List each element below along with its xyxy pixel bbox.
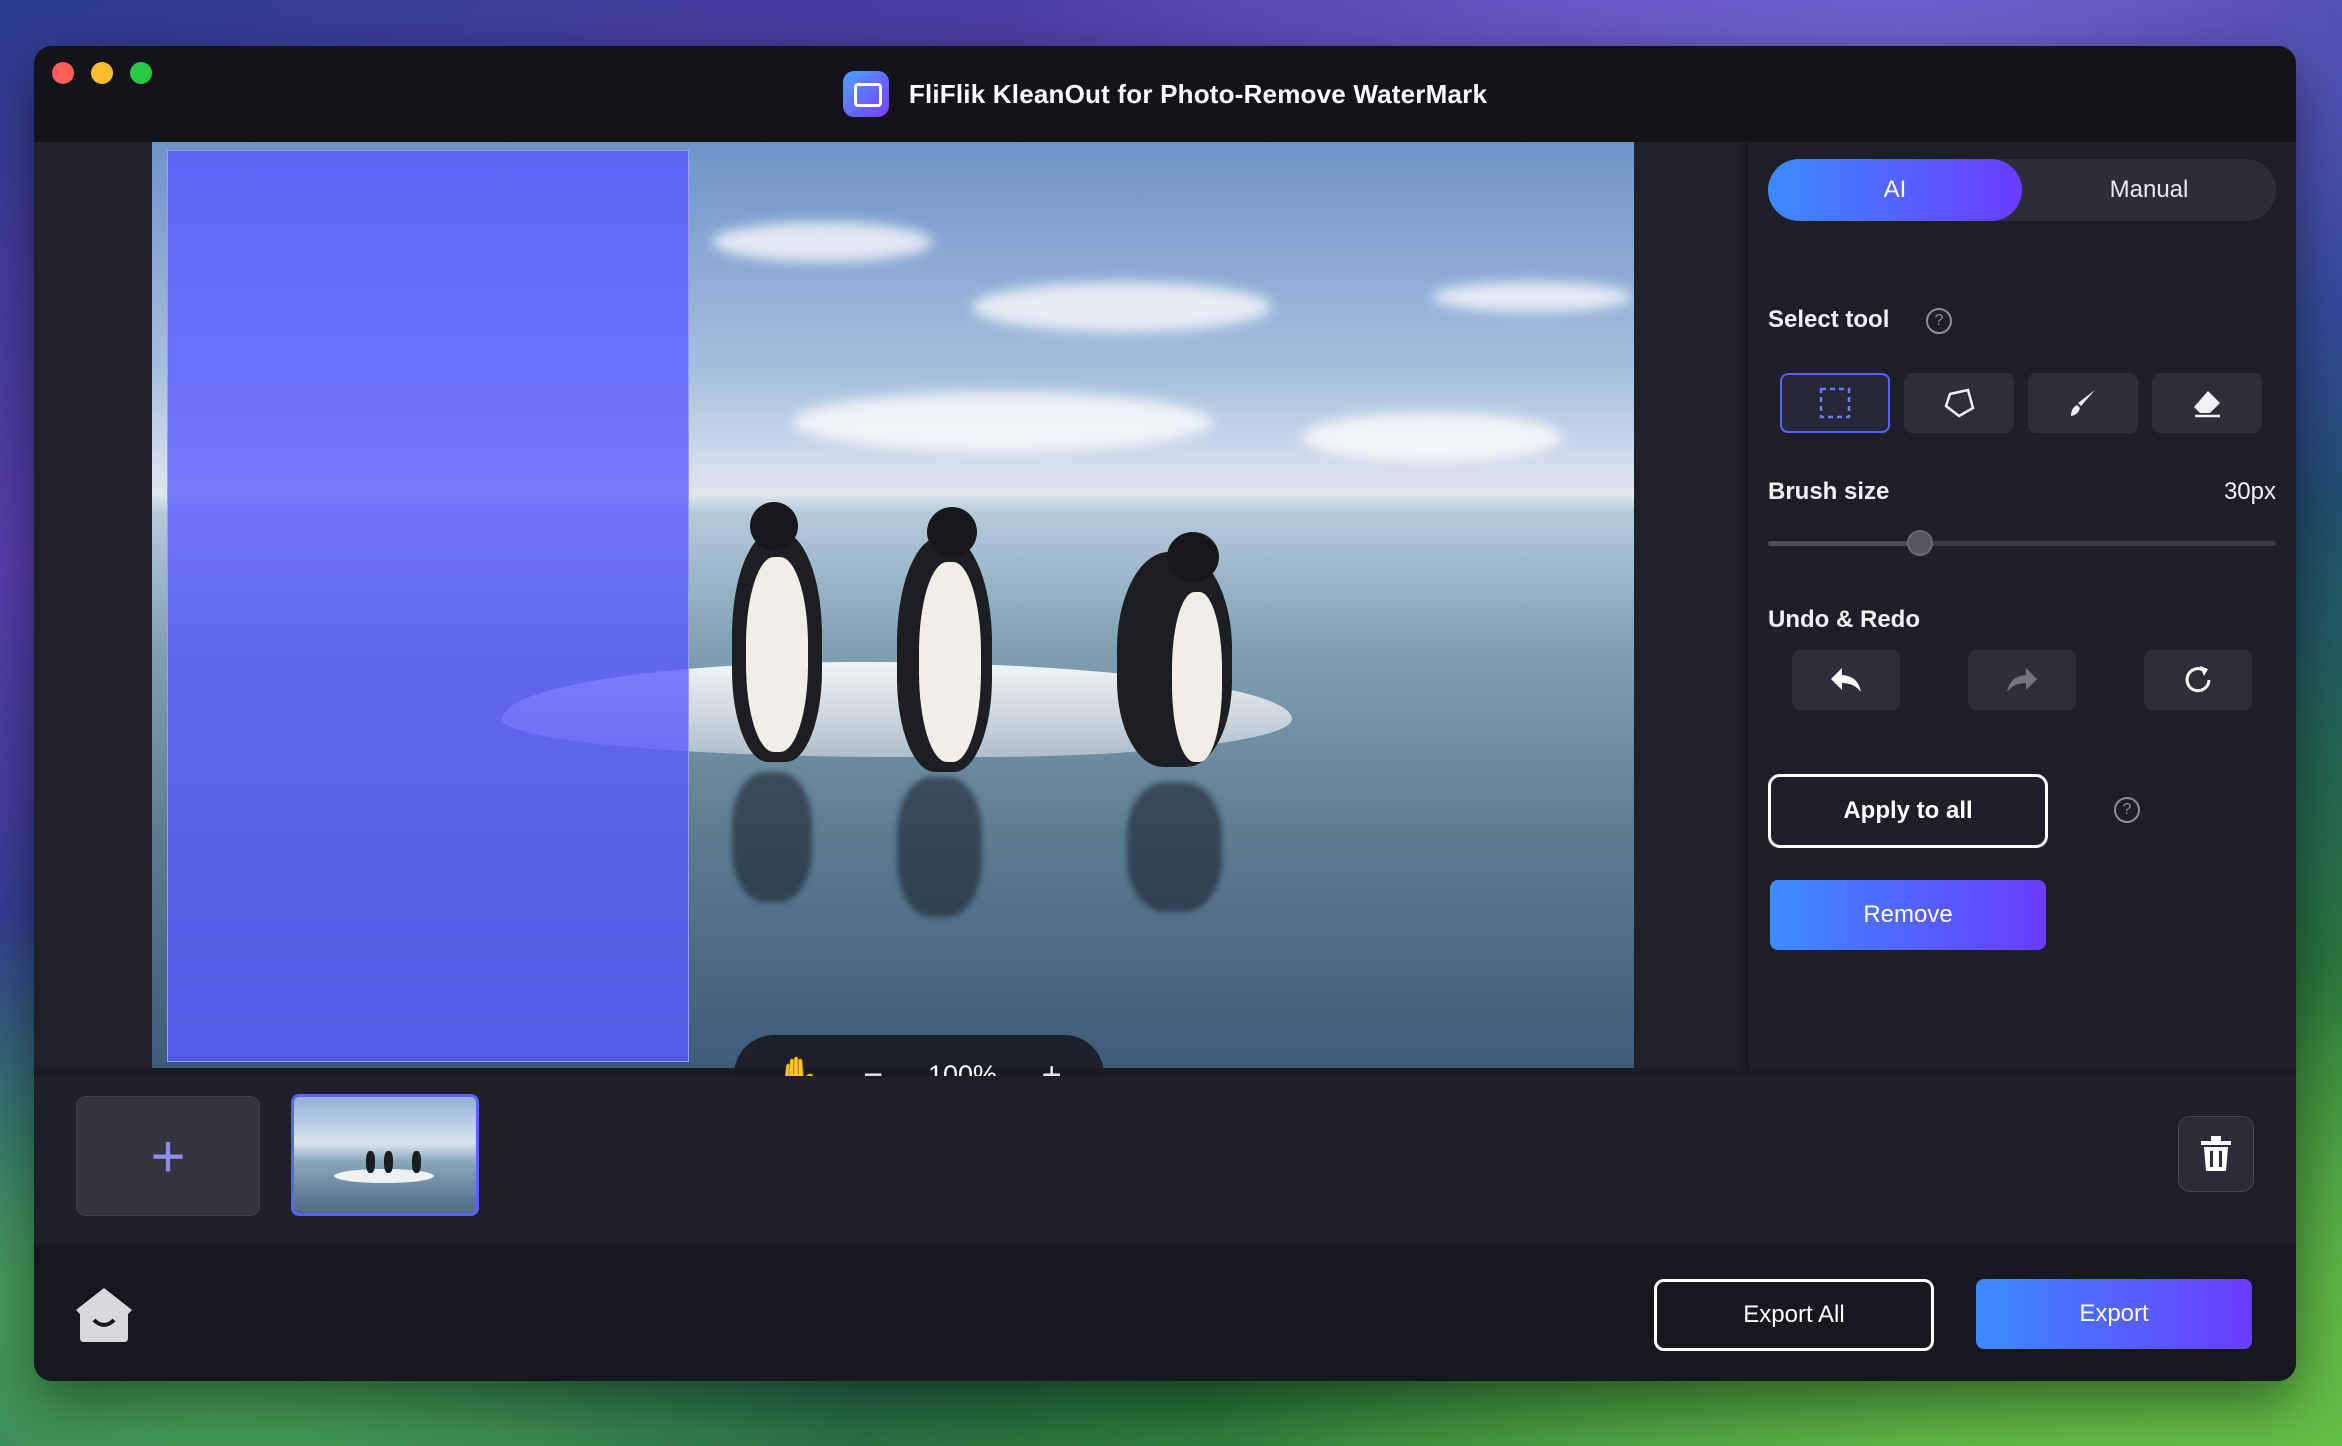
mode-toggle: AI Manual (1768, 159, 2276, 221)
help-icon[interactable]: ? (1926, 308, 1952, 334)
selection-rectangle[interactable] (167, 150, 689, 1062)
bottom-bar: Export All Export (34, 1246, 2296, 1381)
slider-thumb[interactable] (1907, 530, 1934, 556)
tool-row (1780, 373, 2262, 433)
undo-redo-label: Undo & Redo (1768, 606, 1920, 633)
settings-panel: AI Manual Select tool ? Brush size 30px (1746, 142, 2296, 1068)
window-controls (52, 62, 152, 84)
rectangle-select-icon[interactable] (1780, 373, 1890, 433)
polygon-lasso-icon[interactable] (1904, 373, 2014, 433)
apply-help-icon[interactable]: ? (2114, 797, 2140, 823)
image-thumbnail[interactable] (291, 1094, 479, 1216)
trash-icon (2201, 1136, 2231, 1171)
mode-manual[interactable]: Manual (2022, 159, 2276, 221)
home-icon[interactable] (72, 1284, 136, 1344)
mode-ai[interactable]: AI (1768, 159, 2022, 221)
app-logo-icon (842, 71, 889, 117)
trash-button[interactable] (2178, 1116, 2254, 1192)
brush-size-value: 30px (2223, 478, 2276, 505)
select-tool-label: Select tool (1768, 306, 1890, 333)
title-bar: FliFlik KleanOut for Photo-Remove WaterM… (34, 46, 2296, 142)
add-image-button[interactable]: + (76, 1096, 260, 1216)
undo-icon[interactable] (1792, 650, 1900, 710)
minimize-window-button[interactable] (91, 62, 113, 84)
brush-size-slider[interactable] (1768, 530, 2276, 556)
brush-size-label: Brush size (1768, 478, 1890, 505)
close-window-button[interactable] (52, 62, 74, 84)
apply-to-all-button[interactable]: Apply to all (1768, 774, 2048, 848)
redo-icon[interactable] (1968, 650, 2076, 710)
undo-redo-row (1792, 650, 2252, 710)
window-title: FliFlik KleanOut for Photo-Remove WaterM… (908, 78, 1488, 109)
remove-button[interactable]: Remove (1770, 880, 2046, 950)
plus-icon: + (150, 1122, 186, 1190)
slider-fill (1768, 541, 1921, 546)
photo-preview[interactable] (152, 142, 1634, 1068)
export-button[interactable]: Export (1976, 1279, 2252, 1349)
canvas-area[interactable]: ✋ − 100% + (34, 142, 1739, 1115)
brush-icon[interactable] (2028, 373, 2138, 433)
eraser-icon[interactable] (2152, 373, 2262, 433)
reset-icon[interactable] (2144, 650, 2252, 710)
image-strip: + (34, 1076, 2296, 1241)
export-all-button[interactable]: Export All (1654, 1279, 1934, 1351)
maximize-window-button[interactable] (130, 62, 152, 84)
app-window: FliFlik KleanOut for Photo-Remove WaterM… (34, 46, 2296, 1381)
